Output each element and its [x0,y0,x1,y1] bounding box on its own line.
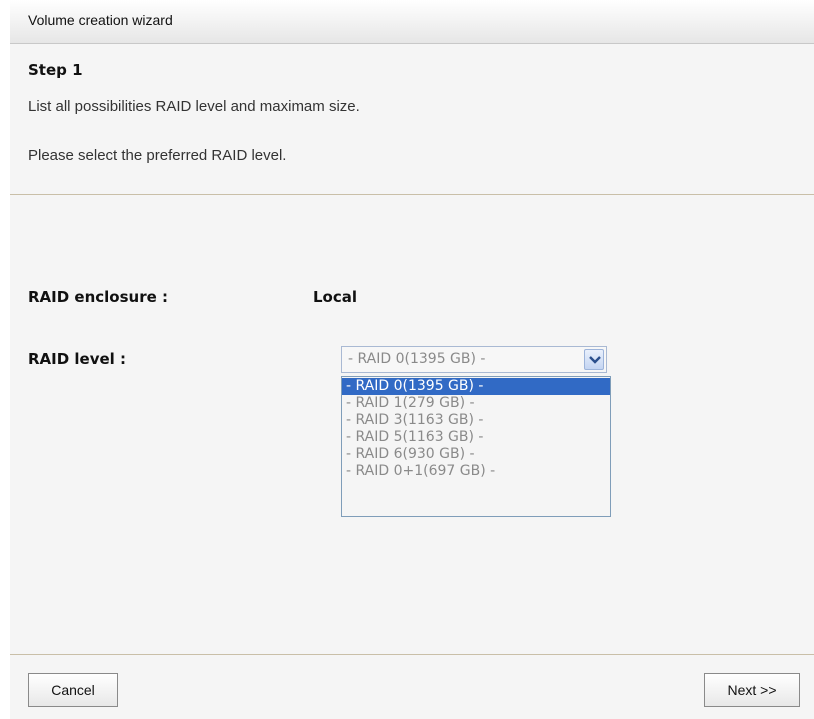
bottom-divider [10,654,814,655]
raid-level-selected-value: - RAID 0(1395 GB) - [348,351,486,367]
wizard-title-bar: Volume creation wizard [10,0,814,44]
raid-level-option-raid1[interactable]: - RAID 1(279 GB) - [342,395,610,412]
chevron-down-icon[interactable] [584,349,604,370]
raid-enclosure-label: RAID enclosure : [28,288,169,306]
step-description: List all possibilities RAID level and ma… [28,98,360,115]
raid-level-option-raid5[interactable]: - RAID 5(1163 GB) - [342,429,610,446]
raid-enclosure-value: Local [313,288,358,306]
raid-level-dropdown-list: - RAID 0(1395 GB) - - RAID 1(279 GB) - -… [341,376,611,517]
cancel-button[interactable]: Cancel [28,673,118,707]
raid-level-option-raid0[interactable]: - RAID 0(1395 GB) - [342,378,610,395]
raid-level-option-raid6[interactable]: - RAID 6(930 GB) - [342,446,610,463]
raid-level-option-raid01[interactable]: - RAID 0+1(697 GB) - [342,463,610,480]
raid-level-select[interactable]: - RAID 0(1395 GB) - [341,346,607,373]
next-button[interactable]: Next >> [704,673,800,707]
wizard-title: Volume creation wizard [28,12,173,28]
step-instruction: Please select the preferred RAID level. [28,147,287,164]
raid-level-option-raid3[interactable]: - RAID 3(1163 GB) - [342,412,610,429]
step-title: Step 1 [28,61,83,79]
raid-level-label: RAID level : [28,350,127,368]
top-divider [10,194,814,195]
wizard-content: Step 1 List all possibilities RAID level… [10,44,814,719]
